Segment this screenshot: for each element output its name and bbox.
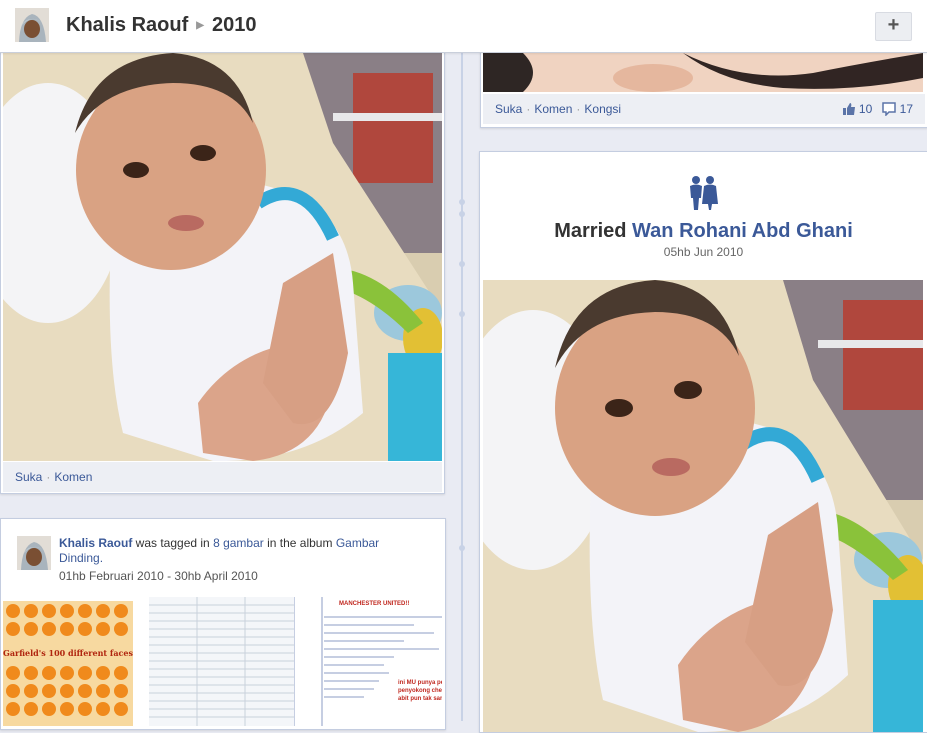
document-heading: MANCHESTER UNITED!! [339, 601, 410, 607]
couple-icon [687, 176, 719, 210]
separator-dot: · [526, 102, 531, 116]
like-link[interactable]: Suka [495, 102, 522, 116]
life-event-card: Married Wan Rohani Abd Ghani 05hb Jun 20… [479, 151, 927, 733]
like-count[interactable]: 10 [859, 102, 872, 116]
thumbs-up-icon[interactable] [842, 102, 856, 116]
life-event-title: Married Wan Rohani Abd Ghani [480, 220, 927, 243]
profile-avatar[interactable] [15, 8, 49, 42]
baby-photo[interactable] [3, 53, 442, 461]
profile-name-link[interactable]: Khalis Raouf [66, 14, 188, 36]
comment-link[interactable]: Komen [54, 470, 92, 484]
comment-bubble-icon[interactable] [882, 102, 897, 117]
partner-name-link[interactable]: Wan Rohani Abd Ghani [632, 220, 853, 242]
breadcrumb-arrow-icon: ▶ [196, 20, 204, 32]
tag-post-card: Khalis Raouf was tagged in 8 gambar in t… [0, 518, 446, 730]
timeline-marker [459, 261, 465, 267]
event-date[interactable]: 05hb Jun 2010 [480, 245, 927, 259]
poster-avatar[interactable] [17, 536, 51, 570]
post-counts: 10 17 [842, 102, 913, 117]
document-thumbnail[interactable]: MANCHESTER UNITED!! ini MU punya pe peny… [294, 597, 442, 726]
photo-post-card-top: Suka · Komen · Kongsi 10 17 [480, 40, 927, 128]
timeline-spine [459, 52, 465, 721]
wedding-photo[interactable] [483, 280, 923, 732]
comment-count[interactable]: 17 [900, 102, 913, 116]
timeline-marker [459, 545, 465, 551]
event-type: Married [554, 220, 627, 242]
timeline-marker [459, 211, 465, 217]
like-link[interactable]: Suka [15, 470, 42, 484]
photo-post-card: Suka · Komen [0, 40, 445, 494]
partial-photo[interactable] [483, 53, 923, 92]
action-bar: Suka · Komen [3, 462, 442, 492]
date-range: 01hb Februari 2010 - 30hb April 2010 [59, 569, 258, 583]
separator-dot: · [46, 470, 51, 484]
tag-post-text: Khalis Raouf was tagged in 8 gambar in t… [59, 536, 399, 566]
timeline-marker [459, 199, 465, 205]
separator-dot: · [576, 102, 581, 116]
photo-count-link[interactable]: 8 gambar [213, 536, 264, 550]
year-label[interactable]: 2010 [212, 14, 257, 36]
tag-text-part: was tagged in [132, 536, 214, 550]
action-bar: Suka · Komen · Kongsi 10 17 [483, 94, 925, 124]
document-note: ini MU punya pe penyokong chelsi abit pu… [398, 680, 442, 702]
thumbnail-caption: Garfield's 100 different faces [3, 648, 133, 658]
comment-link[interactable]: Komen [534, 102, 572, 116]
timeline-header: Khalis Raouf ▶ 2010 + [0, 0, 927, 53]
tag-text-part: in the album [263, 536, 336, 550]
breadcrumb: Khalis Raouf ▶ 2010 [66, 14, 256, 37]
timeline-marker [459, 311, 465, 317]
poster-name-link[interactable]: Khalis Raouf [59, 536, 132, 550]
add-button[interactable]: + [875, 12, 912, 41]
forum-thumbnail[interactable] [149, 597, 294, 726]
garfield-thumbnail[interactable]: Garfield's 100 different faces [3, 601, 133, 726]
share-link[interactable]: Kongsi [584, 102, 621, 116]
